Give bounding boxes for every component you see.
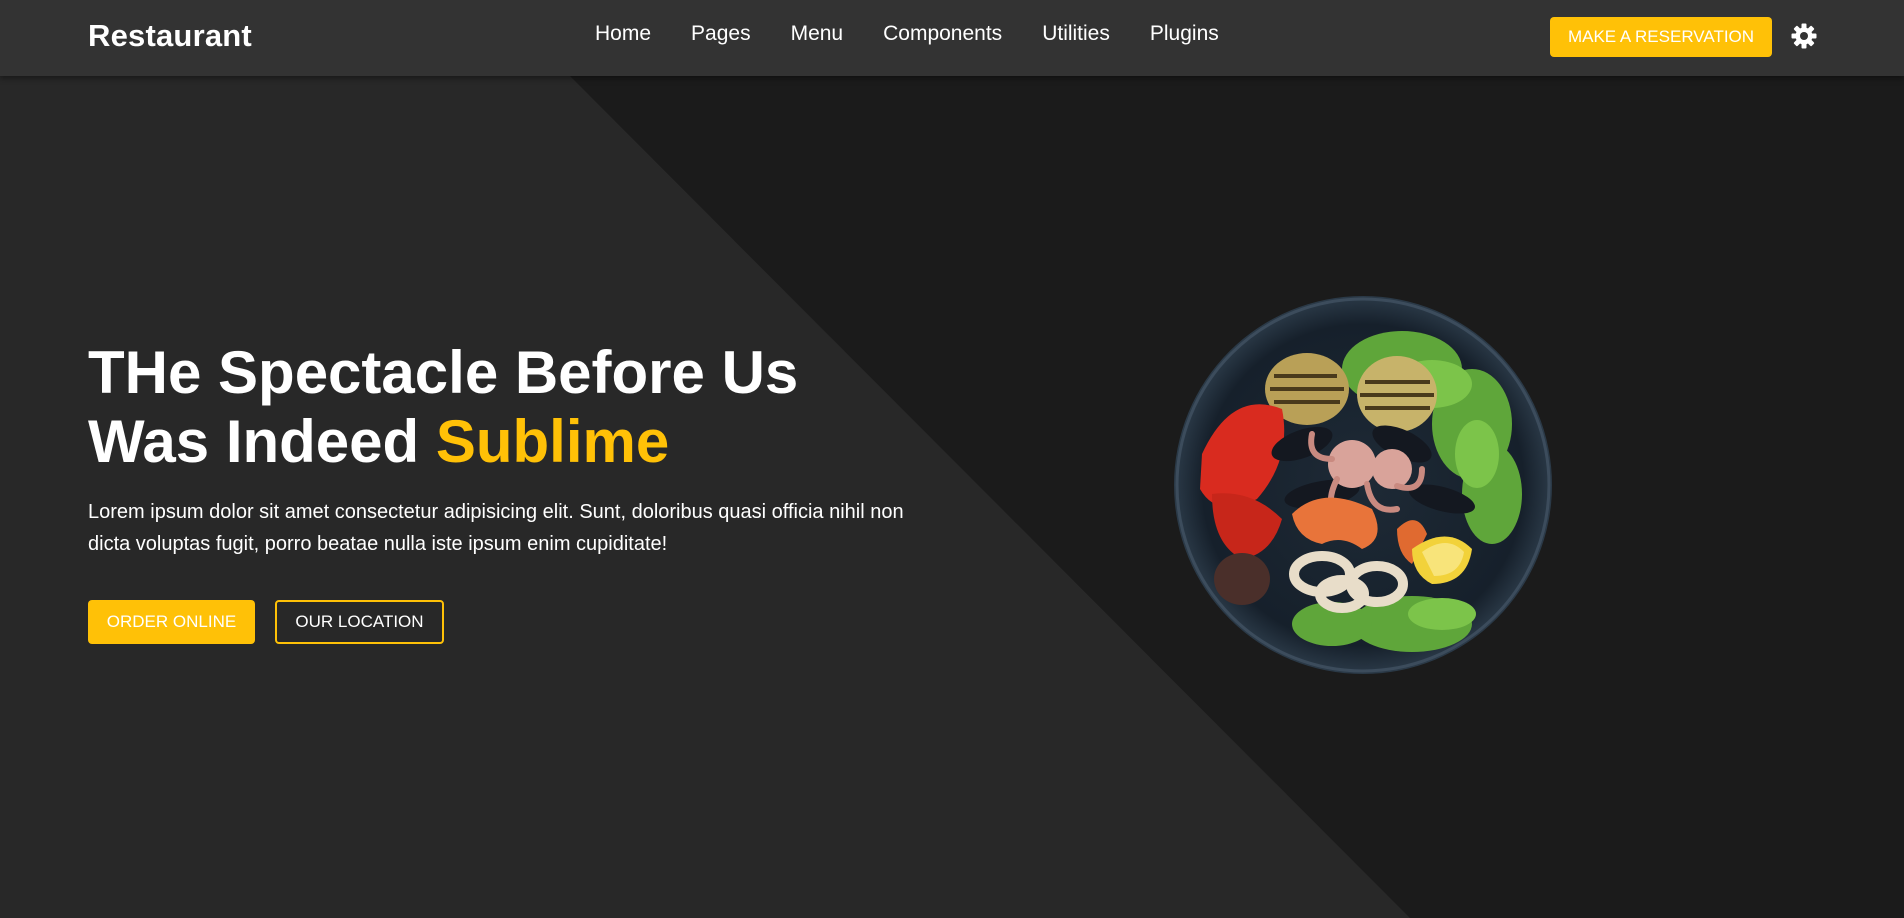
brand-logo[interactable]: Restaurant xyxy=(88,18,252,54)
hero-description: Lorem ipsum dolor sit amet consectetur a… xyxy=(88,501,904,555)
gear-icon[interactable] xyxy=(1790,22,1818,50)
nav-link-plugins[interactable]: Plugins xyxy=(1150,22,1219,46)
hero-section: THe Spectacle Before Us Was Indeed Subli… xyxy=(0,76,1904,918)
nav-link-pages[interactable]: Pages xyxy=(691,22,751,46)
make-reservation-button[interactable]: MAKE A RESERVATION xyxy=(1550,17,1772,57)
nav-link-menu[interactable]: Menu xyxy=(791,22,844,46)
our-location-button[interactable]: OUR LOCATION xyxy=(275,600,444,644)
navbar: Restaurant Home Pages Menu Components Ut… xyxy=(0,0,1904,76)
main-nav: Home Pages Menu Components Utilities Plu… xyxy=(595,22,1259,46)
hero-title-line1: THe Spectacle Before Us xyxy=(88,339,799,406)
nav-link-components[interactable]: Components xyxy=(883,22,1002,46)
hero-title-accent: Sublime xyxy=(435,408,670,475)
hero-title: THe Spectacle Before Us Was Indeed Subli… xyxy=(88,338,798,476)
nav-link-home[interactable]: Home xyxy=(595,22,651,46)
nav-link-utilities[interactable]: Utilities xyxy=(1042,22,1110,46)
order-online-button[interactable]: ORDER ONLINE xyxy=(88,600,255,644)
hero-title-line2: Was Indeed xyxy=(88,408,436,475)
seafood-plate-image xyxy=(1174,296,1552,674)
